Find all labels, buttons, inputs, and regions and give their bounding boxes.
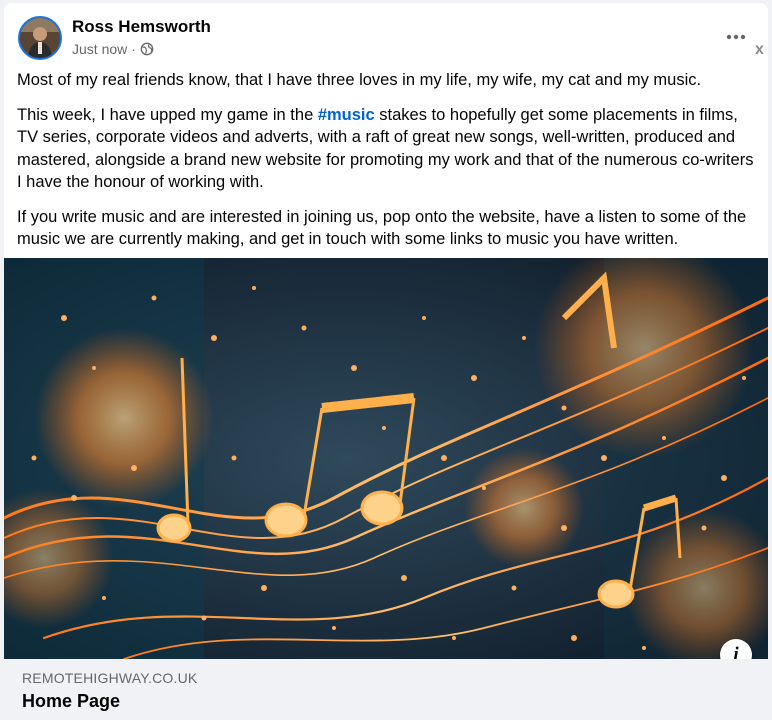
post-paragraph-2: This week, I have upped my game in the #…: [17, 104, 757, 194]
author-avatar[interactable]: [18, 16, 62, 60]
link-domain: REMOTEHIGHWAY.CO.UK: [22, 670, 198, 686]
post-paragraph-1: Most of my real friends know, that I hav…: [17, 71, 702, 89]
paragraph-2-start: This week, I have upped my game in the: [17, 105, 318, 124]
link-title: Home Page: [22, 691, 121, 711]
avatar-image: [20, 18, 60, 58]
link-preview-image[interactable]: [4, 258, 768, 659]
post-paragraph-3: If you write music and are interested in…: [17, 207, 747, 249]
author-name[interactable]: Ross Hemsworth: [72, 17, 211, 37]
music-notes-image: [4, 258, 768, 659]
close-icon[interactable]: x: [755, 41, 764, 59]
globe-icon[interactable]: [140, 42, 154, 56]
post-header: Ross Hemsworth Just now · x: [4, 3, 768, 69]
hashtag-link[interactable]: #music: [318, 106, 375, 124]
post-timestamp[interactable]: Just now: [72, 41, 127, 57]
link-preview-footer[interactable]: REMOTEHIGHWAY.CO.UK Home Page: [4, 659, 768, 720]
post-meta: Just now ·: [72, 41, 154, 57]
post-body: Most of my real friends know, that I hav…: [17, 69, 757, 263]
post-card: Ross Hemsworth Just now · x Most of my r…: [4, 3, 768, 720]
more-options-icon[interactable]: [720, 23, 752, 51]
meta-separator: ·: [131, 41, 136, 57]
